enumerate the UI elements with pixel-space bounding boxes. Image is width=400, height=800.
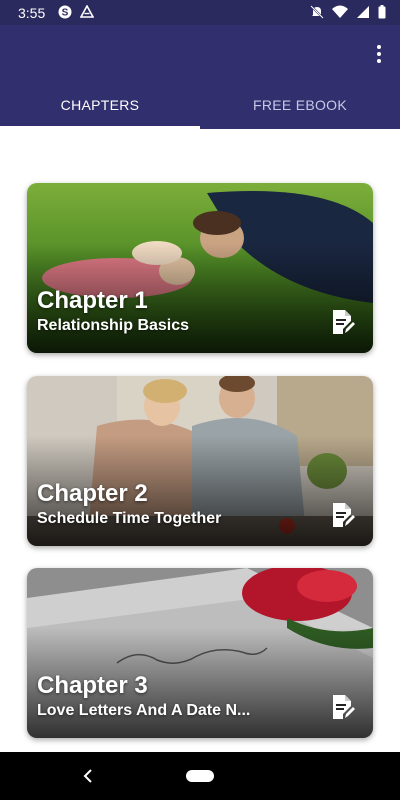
signal-icon xyxy=(357,6,369,18)
battery-icon xyxy=(378,5,386,19)
chapter-subtitle: Schedule Time Together xyxy=(37,510,222,527)
mute-icon xyxy=(310,5,324,19)
home-button[interactable] xyxy=(186,770,214,782)
chapter-title: Chapter 2 xyxy=(37,480,148,507)
status-time: 3:55 xyxy=(18,5,46,21)
edit-note-icon xyxy=(333,310,355,334)
more-vert-icon xyxy=(377,45,381,49)
status-bar: 3:55 S xyxy=(0,0,400,25)
edit-note-icon xyxy=(333,695,355,719)
wifi-icon xyxy=(332,5,348,18)
chapter-subtitle: Love Letters And A Date N... xyxy=(37,702,251,719)
app-bar: CHAPTERS FREE EBOOK xyxy=(0,25,400,129)
chapter-subtitle: Relationship Basics xyxy=(37,317,190,334)
skype-icon: S xyxy=(58,5,72,19)
tab-chapters[interactable]: CHAPTERS xyxy=(0,97,200,127)
chapter-card-2[interactable]: Chapter 2 Schedule Time Together xyxy=(27,376,373,546)
back-icon[interactable] xyxy=(78,764,98,788)
system-nav-bar xyxy=(0,752,400,800)
svg-text:S: S xyxy=(62,8,69,19)
drive-icon xyxy=(80,5,94,18)
chapter-title: Chapter 1 xyxy=(37,287,148,314)
edit-note-icon xyxy=(333,503,355,527)
overflow-menu-button[interactable] xyxy=(374,43,384,65)
chapter-card-1[interactable]: Chapter 1 Relationship Basics xyxy=(27,183,373,353)
tab-indicator xyxy=(0,126,200,129)
tab-free-ebook[interactable]: FREE EBOOK xyxy=(200,97,400,127)
chapter-title: Chapter 3 xyxy=(37,672,148,699)
chapter-card-3[interactable]: Chapter 3 Love Letters And A Date N... xyxy=(27,568,373,738)
